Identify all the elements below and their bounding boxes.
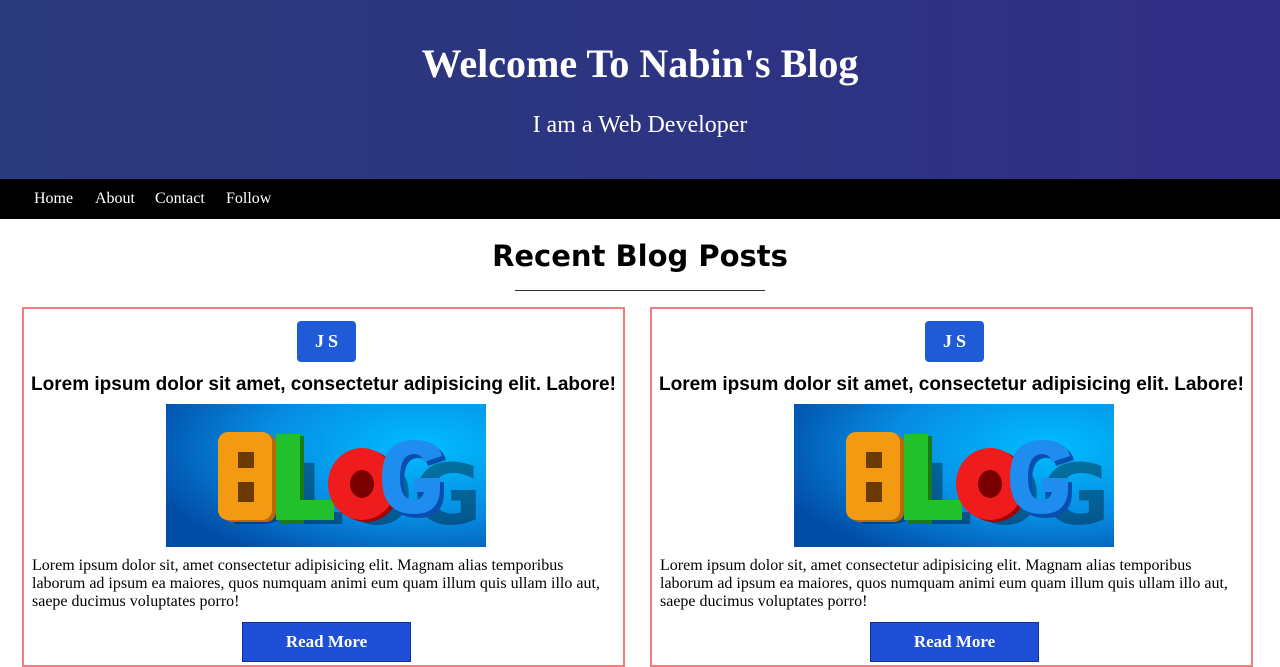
- post-title[interactable]: Lorem ipsum dolor sit amet, consectetur …: [652, 372, 1251, 398]
- blog-post-card: JS Lorem ipsum dolor sit amet, consectet…: [650, 307, 1253, 667]
- nav-item-follow[interactable]: Follow: [226, 179, 271, 219]
- nav-item-home[interactable]: Home: [34, 179, 73, 219]
- site-header: Welcome To Nabin's Blog I am a Web Devel…: [0, 0, 1280, 179]
- js-badge: JS: [925, 321, 984, 362]
- site-title: Welcome To Nabin's Blog: [421, 41, 859, 86]
- post-excerpt: Lorem ipsum dolor sit, amet consectetur …: [660, 557, 1228, 610]
- post-excerpt: Lorem ipsum dolor sit, amet consectetur …: [32, 557, 600, 610]
- blog-thumbnail-image[interactable]: BLOG: [794, 404, 1114, 547]
- js-badge: JS: [297, 321, 356, 362]
- section-title: Recent Blog Posts: [492, 239, 788, 273]
- section-title-divider: [515, 290, 765, 291]
- main-nav: Home About Contact Follow: [0, 179, 1280, 219]
- blog-thumbnail-image[interactable]: BLOG: [166, 404, 486, 547]
- site-subtitle: I am a Web Developer: [532, 112, 748, 138]
- read-more-button[interactable]: Read More: [242, 622, 411, 662]
- blog-post-card: JS Lorem ipsum dolor sit amet, consectet…: [22, 307, 625, 667]
- post-title[interactable]: Lorem ipsum dolor sit amet, consectetur …: [24, 372, 623, 398]
- nav-item-contact[interactable]: Contact: [155, 179, 205, 219]
- nav-item-about[interactable]: About: [95, 179, 135, 219]
- read-more-button[interactable]: Read More: [870, 622, 1039, 662]
